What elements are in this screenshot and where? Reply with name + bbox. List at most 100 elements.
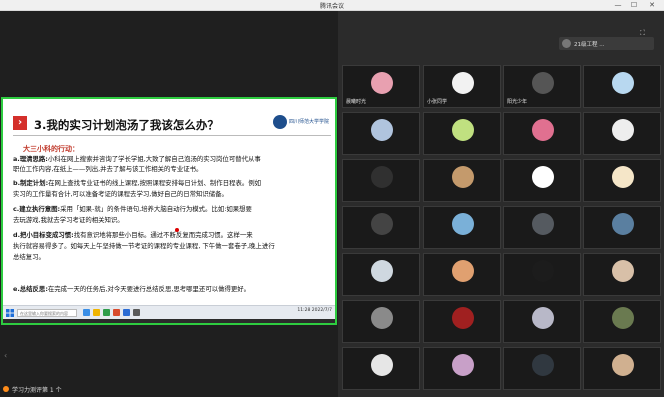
participant-tile[interactable] [583, 206, 661, 249]
logo-text: 四川师范大学学院 [289, 119, 330, 125]
slide-line: 总结复习。 [13, 253, 45, 261]
slide-line: d.把小目标变成习惯:找有意识地将那些小目标。通过不断反复而完成习惯。这样一来 [13, 231, 253, 239]
line-label: a.理清思路: [13, 155, 48, 163]
participant-tile[interactable] [583, 112, 661, 155]
avatar [532, 213, 554, 235]
participant-tile[interactable] [423, 206, 501, 249]
participant-tile[interactable]: 阳光少年 [503, 65, 581, 108]
chat-notification-label: 学习力测评第 1 个 [12, 387, 62, 394]
participant-tile[interactable] [342, 159, 420, 202]
avatar [532, 166, 554, 188]
collapse-arrow-icon[interactable]: ‹ [4, 351, 10, 361]
avatar [452, 213, 474, 235]
slide-line: a.理清思路:小科在网上搜索并咨询了学长学姐,大致了解自己泡汤的实习岗位可替代从… [13, 155, 261, 163]
line-text: 职位工作内容,在纸上——列出,并去了解与该工作相关的专业证书。 [13, 165, 203, 173]
avatar [452, 307, 474, 329]
avatar [371, 307, 393, 329]
fullscreen-icon[interactable]: ⛶ [640, 29, 650, 37]
presentation-slide: › 3.我的实习计划泡汤了我该怎么办？ 四川师范大学学院 大三小科的行动： a.… [3, 99, 335, 305]
participant-tile[interactable]: 小张同学 [423, 65, 501, 108]
participant-tile[interactable] [583, 300, 661, 343]
file-explorer-icon [93, 309, 100, 316]
participant-tile[interactable] [503, 347, 581, 390]
browser-icon [103, 309, 110, 316]
avatar [612, 354, 634, 376]
avatar [532, 119, 554, 141]
avatar [612, 119, 634, 141]
participant-name: 小张同学 [427, 99, 448, 105]
powerpoint-icon [113, 309, 120, 316]
participant-tile[interactable] [503, 112, 581, 155]
avatar [612, 307, 634, 329]
participant-tile[interactable] [503, 159, 581, 202]
university-logo: 四川师范大学学院 [273, 113, 331, 133]
participant-tile[interactable]: 晨曦时光 [342, 65, 420, 108]
avatar [562, 39, 571, 48]
participant-tile[interactable] [342, 206, 420, 249]
avatar [452, 72, 474, 94]
taskbar-clock: 11:28 2022/7/7 [297, 308, 332, 313]
participant-tile[interactable] [342, 112, 420, 155]
participant-tile[interactable] [423, 347, 501, 390]
maximize-button[interactable]: ☐ [628, 1, 640, 10]
participant-tile[interactable] [503, 300, 581, 343]
notification-dot-icon [3, 386, 9, 392]
line-label: e.总结反思: [13, 285, 48, 293]
slide-line: b.制定计划:在网上查找专业证书的线上课程,按照课程安排每日计划、制作日程表。例… [13, 179, 261, 187]
line-text: 去玩游戏,我就去学习考证的相关知识。 [13, 216, 124, 224]
slide-line: 实习的工作量有合计,可以准备考证的课程去学习,做好自己的日常知识储备。 [13, 190, 228, 198]
avatar [532, 307, 554, 329]
participant-tile[interactable] [342, 253, 420, 296]
avatar [452, 166, 474, 188]
logo-emblem-icon [273, 115, 287, 129]
task-view-icon [83, 309, 90, 316]
participant-name: 阳光少年 [507, 99, 528, 105]
participant-tile[interactable] [503, 253, 581, 296]
participant-tile[interactable] [583, 347, 661, 390]
screen-share-panel: › 3.我的实习计划泡汤了我该怎么办？ 四川师范大学学院 大三小科的行动： a.… [0, 11, 338, 397]
self-view-name: 21级工程 ... [574, 42, 605, 48]
avatar [532, 354, 554, 376]
shared-screen[interactable]: › 3.我的实习计划泡汤了我该怎么办？ 四川师范大学学院 大三小科的行动： a.… [1, 97, 337, 325]
participant-tile[interactable] [423, 112, 501, 155]
participant-tile[interactable] [342, 347, 420, 390]
avatar [371, 213, 393, 235]
slide-line: 职位工作内容,在纸上——列出,并去了解与该工作相关的专业证书。 [13, 165, 202, 173]
participant-tile[interactable] [503, 206, 581, 249]
line-text: 执行就容易得多了。如每天上午坚持做一节考证的课程的专业课程, 下午做一套卷子,晚… [13, 242, 275, 250]
meeting-app-icon [123, 309, 130, 316]
participant-tile[interactable] [423, 253, 501, 296]
participant-tile[interactable] [583, 253, 661, 296]
slide-divider [13, 135, 331, 136]
participant-tile[interactable] [583, 65, 661, 108]
slide-line: c.建立执行意图:采用「如果-就」的条件语句,培养大脑自动行为模式。比如:如果想… [13, 205, 252, 213]
participant-tile[interactable] [583, 159, 661, 202]
minimize-button[interactable]: — [612, 1, 624, 10]
line-text: 在网上查找专业证书的线上课程,按照课程安排每日计划、制作日程表。例如 [48, 179, 262, 187]
section-arrow-icon: › [13, 116, 27, 130]
chat-notification[interactable]: 学习力测评第 1 个 [0, 383, 70, 395]
avatar [532, 260, 554, 282]
pointer-dot [175, 228, 179, 232]
avatar [452, 354, 474, 376]
avatar [612, 166, 634, 188]
slide-line: e.总结反思:在完成一天的任务后,对今天要进行总结反思,思考哪里还可以做得更好。 [13, 285, 250, 293]
line-label: d.把小目标变成习惯: [13, 231, 74, 239]
meeting-app: › 3.我的实习计划泡汤了我该怎么办？ 四川师范大学学院 大三小科的行动： a.… [0, 11, 664, 397]
line-label: b.制定计划: [13, 179, 49, 187]
slide-bottom-strip [3, 319, 335, 323]
avatar [452, 260, 474, 282]
line-label: c.建立执行意图: [13, 205, 61, 213]
participant-tile[interactable] [342, 300, 420, 343]
close-button[interactable]: ✕ [646, 1, 658, 10]
window-titlebar: 腾讯会议 — ☐ ✕ [0, 0, 664, 11]
slide-subheading: 大三小科的行动： [23, 145, 79, 153]
avatar [371, 166, 393, 188]
participant-tile[interactable] [423, 159, 501, 202]
windows-start-icon [6, 309, 14, 317]
avatar [371, 354, 393, 376]
line-text: 总结复习。 [13, 253, 45, 261]
window-title: 腾讯会议 [319, 3, 344, 10]
participant-tile[interactable] [423, 300, 501, 343]
self-view-chip[interactable]: 21级工程 ... [559, 37, 654, 50]
